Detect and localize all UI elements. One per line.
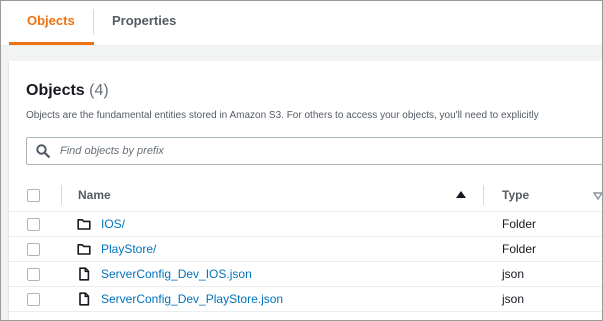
objects-panel: Objects (4) Objects are the fundamental … — [9, 61, 603, 320]
object-type: Folder — [502, 217, 537, 231]
search-input[interactable] — [60, 141, 600, 161]
folder-icon — [77, 244, 91, 255]
search-box[interactable] — [26, 137, 602, 165]
column-divider — [61, 185, 62, 205]
table-header: Name Type — [9, 179, 603, 212]
tab-bar: Objects Properties — [1, 1, 602, 46]
s3-objects-screen: Objects Properties Objects (4) Objects a… — [0, 0, 603, 321]
file-icon — [79, 292, 90, 306]
tab-objects[interactable]: Objects — [27, 13, 75, 28]
table-row: ServerConfig_Dev_IOS.json json — [9, 262, 602, 287]
file-icon — [79, 267, 90, 281]
active-tab-indicator — [9, 42, 94, 45]
object-name-link[interactable]: PlayStore/ — [101, 242, 156, 256]
object-type: json — [502, 292, 525, 306]
object-type: json — [502, 267, 525, 281]
object-count: (4) — [89, 82, 109, 99]
table-row: IOS/ Folder — [9, 212, 602, 237]
tab-properties[interactable]: Properties — [112, 13, 176, 28]
sort-descending-icon[interactable] — [593, 192, 603, 200]
object-name-link[interactable]: ServerConfig_Dev_IOS.json — [101, 267, 252, 281]
tab-divider — [93, 9, 94, 35]
panel-title-text: Objects — [26, 82, 85, 99]
folder-icon — [77, 219, 91, 230]
table-row: PlayStore/ Folder — [9, 237, 602, 262]
select-all-checkbox[interactable] — [27, 189, 40, 202]
column-header-name[interactable]: Name — [78, 188, 111, 202]
row-checkbox[interactable] — [27, 243, 40, 256]
row-checkbox[interactable] — [27, 293, 40, 306]
panel-title: Objects (4) — [26, 82, 109, 100]
row-checkbox[interactable] — [27, 218, 40, 231]
sort-ascending-icon[interactable] — [456, 191, 466, 198]
row-checkbox[interactable] — [27, 268, 40, 281]
object-name-link[interactable]: ServerConfig_Dev_PlayStore.json — [101, 292, 283, 306]
search-icon — [36, 144, 50, 158]
column-header-type[interactable]: Type — [502, 188, 529, 202]
column-divider[interactable] — [483, 185, 484, 205]
object-type: Folder — [502, 242, 537, 256]
table-row: ServerConfig_Dev_PlayStore.json json — [9, 287, 602, 312]
object-name-link[interactable]: IOS/ — [101, 217, 125, 231]
panel-description: Objects are the fundamental entities sto… — [26, 110, 539, 121]
